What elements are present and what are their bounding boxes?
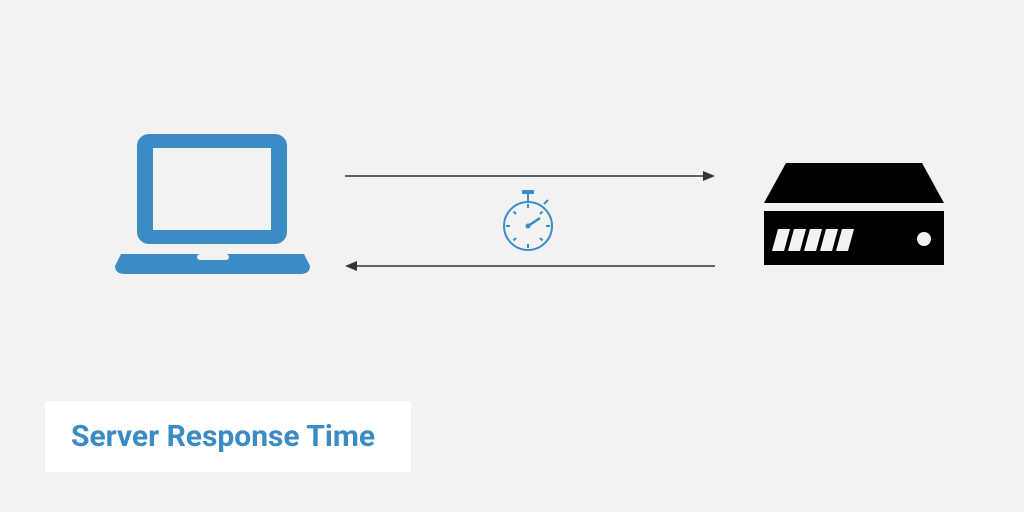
stopwatch-icon [500, 188, 556, 256]
request-arrow [345, 168, 715, 178]
server-icon [764, 155, 944, 279]
laptop-icon [115, 130, 310, 284]
diagram-title: Server Response Time [71, 419, 375, 454]
response-arrow [345, 258, 715, 268]
title-panel: Server Response Time [45, 401, 411, 472]
response-time-diagram [0, 130, 1024, 330]
